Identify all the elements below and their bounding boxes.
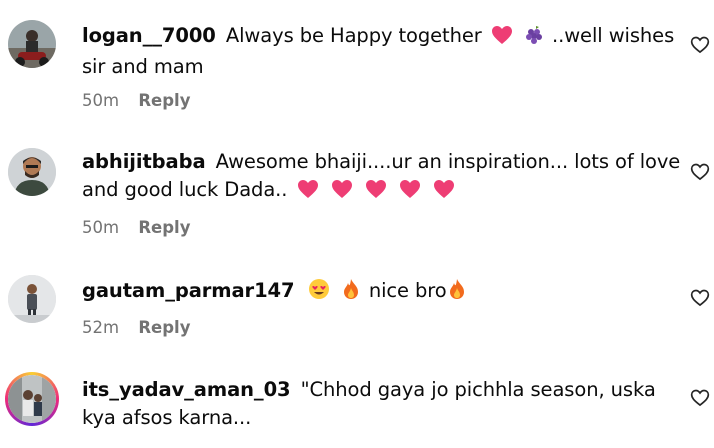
- comment-username[interactable]: gautam_parmar147: [82, 279, 295, 302]
- comment-meta: 52m Reply: [82, 318, 190, 337]
- heart-eyes-emoji-icon: [308, 278, 330, 308]
- comment-body: Always be Happy together: [225, 24, 482, 47]
- like-button[interactable]: [690, 288, 710, 308]
- pink-heart-emoji-icon: [433, 179, 455, 207]
- heart-outline-icon: [690, 163, 710, 181]
- pink-heart-emoji-icon: [365, 179, 387, 207]
- fire-emoji-icon: [342, 278, 360, 308]
- reply-button[interactable]: Reply: [138, 318, 190, 337]
- avatar: [8, 375, 56, 423]
- fire-emoji-icon: [448, 278, 466, 308]
- like-button[interactable]: [690, 388, 710, 408]
- pink-heart-emoji-icon: [331, 179, 353, 207]
- like-button[interactable]: [690, 162, 710, 182]
- heart-outline-icon: [690, 36, 710, 54]
- avatar[interactable]: [8, 148, 56, 196]
- comment-time: 50m: [82, 91, 120, 110]
- comment-meta: 50m Reply: [82, 91, 190, 110]
- heart-outline-icon: [690, 389, 710, 407]
- comment-username[interactable]: abhijitbaba: [82, 150, 206, 173]
- comment-body: nice bro: [368, 279, 447, 302]
- heart-outline-icon: [690, 289, 710, 307]
- reply-button[interactable]: Reply: [138, 218, 190, 237]
- comment-text: gautam_parmar147 nice bro: [82, 277, 682, 308]
- grapes-emoji-icon: [525, 25, 543, 53]
- avatar-story-ring[interactable]: [5, 372, 59, 426]
- avatar[interactable]: [8, 275, 56, 323]
- comment-text: its_yadav_aman_03 "Chhod gaya jo pichhla…: [82, 376, 682, 432]
- comment-username[interactable]: its_yadav_aman_03: [82, 378, 291, 401]
- pink-heart-emoji-icon: [399, 179, 421, 207]
- comment-time: 50m: [82, 218, 120, 237]
- reply-button[interactable]: Reply: [138, 91, 190, 110]
- comment-text: abhijitbaba Awesome bhaiji....ur an insp…: [82, 148, 682, 207]
- pink-heart-emoji-icon: [297, 179, 319, 207]
- like-button[interactable]: [690, 35, 710, 55]
- comment-username[interactable]: logan__7000: [82, 24, 216, 47]
- comment-text: logan__7000 Always be Happy together ..w…: [82, 22, 682, 81]
- comment-meta: 50m Reply: [82, 218, 190, 237]
- comment-time: 52m: [82, 318, 120, 337]
- pink-heart-emoji-icon: [491, 25, 513, 53]
- avatar[interactable]: [8, 20, 56, 68]
